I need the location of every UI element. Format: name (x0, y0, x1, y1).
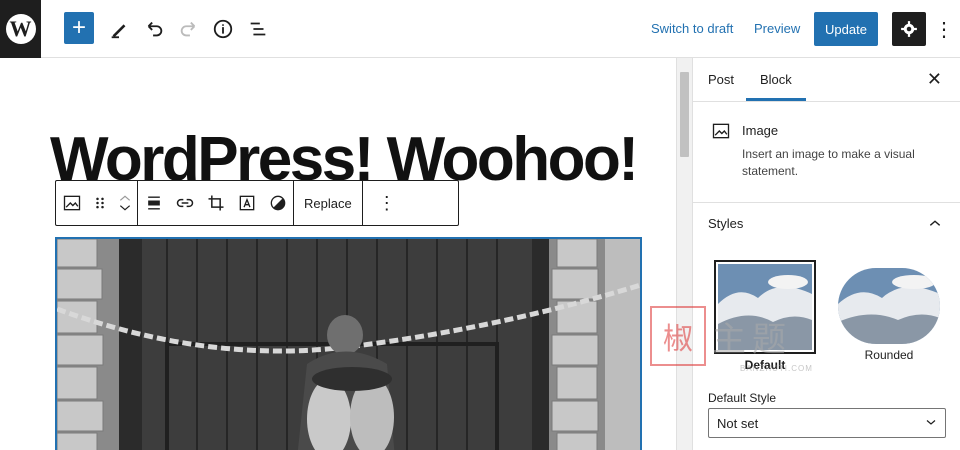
style-preview-image (718, 264, 812, 350)
styles-panel-heading[interactable]: Styles (708, 216, 743, 231)
block-tools-group (138, 181, 294, 225)
gear-icon (901, 21, 917, 37)
duotone-button[interactable] (262, 181, 293, 225)
close-icon: ✕ (926, 69, 942, 89)
link-icon (176, 198, 193, 208)
update-button[interactable]: Update (814, 12, 878, 46)
tab-post[interactable]: Post (708, 72, 734, 87)
style-preview-default (714, 260, 816, 354)
chevron-up-icon[interactable] (118, 194, 132, 202)
undo-button[interactable] (139, 14, 169, 44)
switch-to-draft-button[interactable]: Switch to draft (651, 21, 733, 36)
chevron-up-icon[interactable] (928, 214, 942, 230)
redo-icon (180, 21, 196, 37)
crop-button[interactable] (200, 181, 231, 225)
details-info-button[interactable] (208, 14, 238, 44)
style-option-rounded[interactable]: Rounded (838, 260, 940, 362)
redo-button[interactable] (174, 14, 204, 44)
settings-sidebar: Post Block ✕ Image Insert an image to ma… (692, 58, 960, 450)
more-vertical-icon: ⋮ (377, 192, 396, 213)
scrollbar-thumb[interactable] (680, 72, 689, 157)
image-block[interactable] (55, 237, 642, 450)
editor-canvas: WordPress! Woohoo! Replace ⋮ (0, 58, 676, 450)
block-card: Image Insert an image to make a visual s… (693, 102, 960, 203)
image-icon (712, 123, 730, 139)
info-icon (213, 19, 233, 39)
block-card-title: Image (742, 123, 779, 138)
wordpress-logo-icon: W (5, 14, 36, 44)
more-options-button[interactable]: ⋮ (934, 14, 954, 44)
sidebar-tabs: Post Block ✕ (693, 58, 960, 102)
style-label-rounded: Rounded (864, 348, 914, 362)
chevron-down-icon[interactable] (118, 204, 132, 212)
editor-top-bar: W + Switch to draft Preview Update ⋮ (0, 0, 960, 58)
align-button[interactable] (138, 181, 169, 225)
drag-handle-icon (96, 197, 104, 209)
undo-icon (147, 21, 163, 37)
block-card-description: Insert an image to make a visual stateme… (742, 147, 915, 178)
link-button[interactable] (169, 181, 200, 225)
style-label-default: Default (744, 358, 786, 372)
settings-button[interactable] (892, 12, 926, 46)
block-options-button[interactable]: ⋮ (363, 181, 411, 225)
default-style-select[interactable]: Not set (708, 408, 946, 438)
text-overlay-button[interactable] (231, 181, 262, 225)
preview-button[interactable]: Preview (754, 21, 800, 36)
duotone-icon (270, 195, 285, 211)
more-vertical-icon: ⋮ (934, 18, 954, 41)
image-icon (63, 195, 80, 211)
block-options-group: ⋮ (363, 181, 411, 225)
add-block-button[interactable]: + (64, 12, 94, 44)
editor-scrollbar[interactable] (676, 58, 692, 450)
style-preview-rounded (838, 268, 940, 344)
drag-handle[interactable] (87, 181, 113, 225)
block-type-button[interactable] (56, 181, 87, 225)
style-preview-image (838, 268, 940, 344)
tools-pencil-button[interactable] (104, 14, 134, 44)
close-sidebar-button[interactable]: ✕ (927, 69, 942, 90)
wordpress-logo-button[interactable]: W (0, 0, 41, 58)
replace-group: Replace (294, 181, 363, 225)
style-option-default[interactable]: Default (714, 260, 816, 372)
tab-block[interactable]: Block (746, 72, 806, 101)
block-movers (113, 181, 137, 225)
block-toolbar: Replace ⋮ (55, 180, 459, 226)
text-overlay-icon (239, 195, 254, 211)
chevron-down-icon (925, 415, 937, 429)
replace-button[interactable]: Replace (294, 181, 362, 225)
default-style-value: Not set (717, 415, 759, 431)
block-parent-group (56, 181, 138, 225)
list-view-button[interactable] (243, 14, 273, 44)
image-door-photo (57, 239, 640, 450)
default-style-label: Default Style (708, 391, 777, 405)
align-icon (147, 196, 160, 210)
list-view-icon (250, 22, 266, 36)
crop-icon (208, 195, 223, 211)
pencil-icon (111, 24, 126, 39)
